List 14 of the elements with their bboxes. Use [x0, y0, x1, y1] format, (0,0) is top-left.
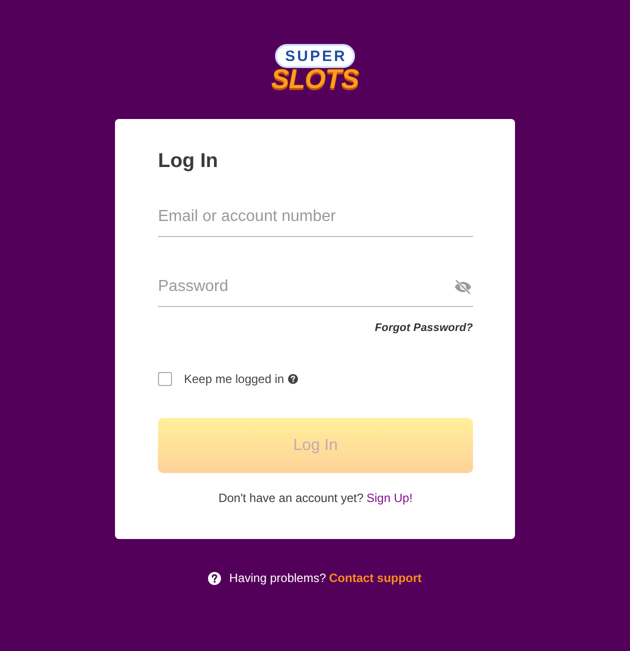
- checkbox[interactable]: [158, 372, 172, 386]
- email-field[interactable]: Email or account number: [158, 197, 473, 237]
- eye-slash-icon[interactable]: [454, 280, 472, 294]
- logo-text: SLOTS: [271, 66, 359, 93]
- form-title: Log In: [158, 149, 219, 173]
- forgot-password-link[interactable]: Forgot Password?: [374, 322, 473, 334]
- help-prompt: Having problems?: [229, 571, 326, 586]
- help-icon: [208, 572, 222, 585]
- signup-prompt: Don't have an account yet?: [218, 491, 364, 506]
- help-icon: [288, 374, 298, 384]
- signup-link[interactable]: Sign Up!: [366, 491, 413, 506]
- logo-text: SUPER: [275, 44, 355, 68]
- contact-support-link[interactable]: Contact support: [329, 571, 422, 586]
- checkbox-label: Keep me logged in: [184, 372, 284, 386]
